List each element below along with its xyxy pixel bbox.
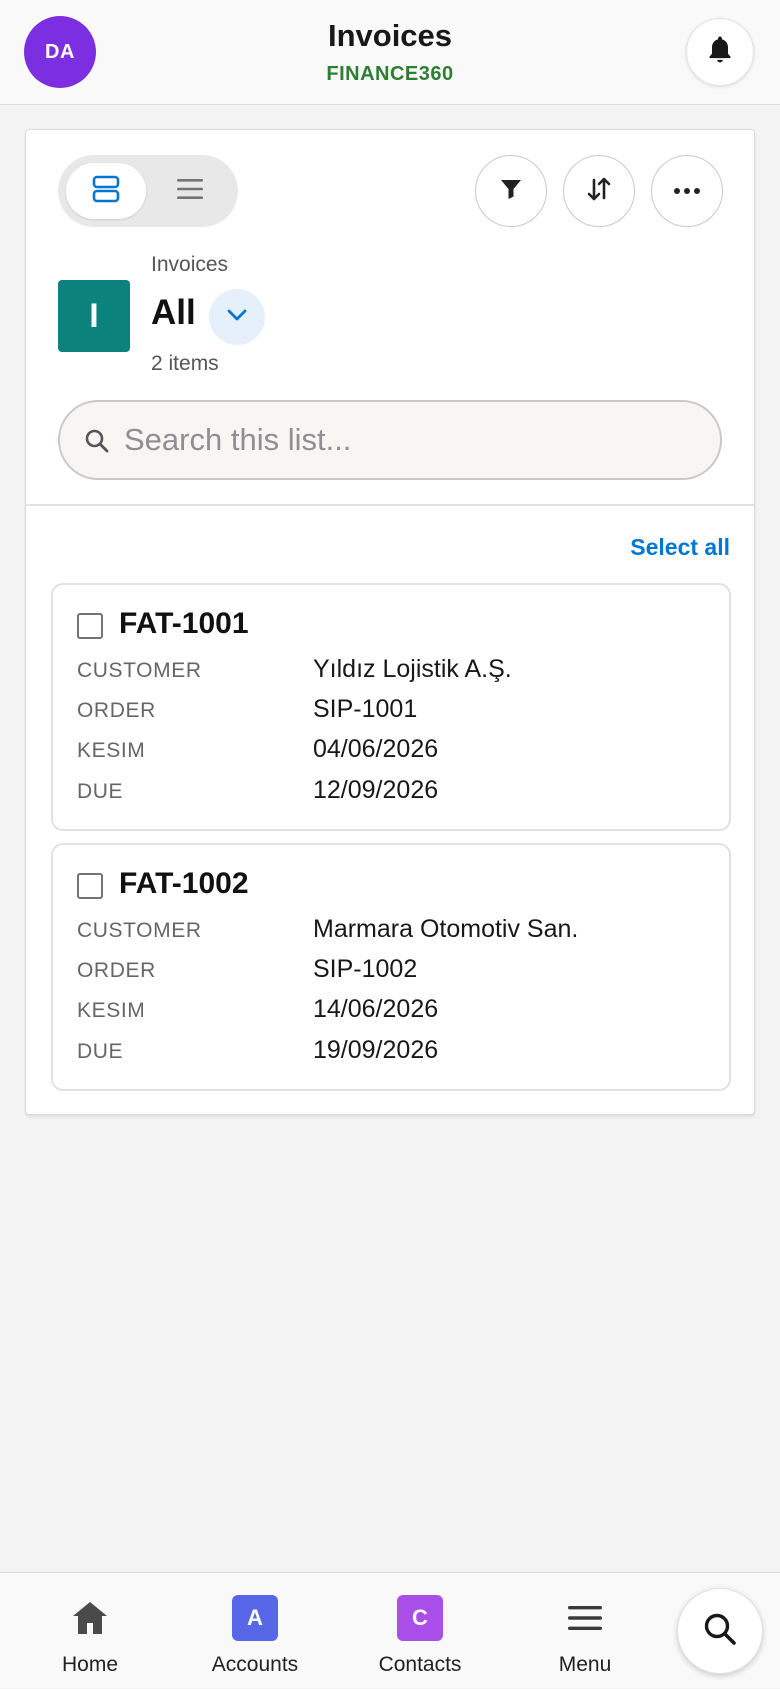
home-icon (67, 1595, 113, 1641)
nav-label: Menu (558, 1653, 612, 1676)
field-value-order: SIP-1001 (313, 695, 418, 723)
field-label-kesim: KESIM (77, 739, 146, 762)
field-label-kesim: KESIM (77, 999, 146, 1022)
section-divider (26, 504, 754, 506)
field-value-customer: Marmara Otomotiv San. (313, 915, 579, 943)
sort-icon (585, 175, 613, 208)
view-mode-toggle (58, 155, 238, 227)
field-value-due: 19/09/2026 (313, 1036, 439, 1064)
nav-item-home[interactable]: Home (30, 1573, 150, 1689)
list-view-card: I Invoices All 2 items Select all FAT-10… (25, 129, 755, 1115)
object-label: Invoices (151, 253, 229, 276)
search-input[interactable] (124, 412, 704, 468)
field-value-customer: Yıldız Lojistik A.Ş. (313, 655, 512, 683)
nav-item-menu[interactable]: Menu (525, 1573, 645, 1689)
nav-item-contacts[interactable]: C Contacts (360, 1573, 480, 1689)
app-name: FINANCE360 (326, 63, 454, 85)
bottom-nav-bar: Home A Accounts C Contacts Menu (0, 1572, 780, 1688)
list-view-dropdown-button[interactable] (209, 289, 265, 345)
filter-icon (499, 177, 523, 206)
field-label-customer: CUSTOMER (77, 659, 202, 682)
chevron-down-icon (226, 308, 248, 327)
field-value-order: SIP-1002 (313, 955, 418, 983)
notifications-button[interactable] (686, 18, 754, 86)
list-search-box (58, 400, 722, 480)
field-label-order: ORDER (77, 959, 156, 982)
hamburger-menu-icon (562, 1595, 608, 1641)
item-count: 2 items (151, 352, 219, 375)
nav-item-accounts[interactable]: A Accounts (195, 1573, 315, 1689)
nav-label: Home (61, 1653, 119, 1676)
list-view-button[interactable] (150, 163, 230, 219)
select-all-link[interactable]: Select all (630, 534, 730, 561)
list-view-name: All (151, 293, 196, 332)
more-actions-button[interactable] (651, 155, 723, 227)
invoice-object-icon: I (58, 280, 130, 352)
global-search-button[interactable] (677, 1588, 763, 1674)
nav-label: Accounts (211, 1653, 299, 1676)
sort-button[interactable] (563, 155, 635, 227)
field-label-due: DUE (77, 1040, 124, 1063)
record-card[interactable]: FAT-1002 CUSTOMER Marmara Otomotiv San. … (51, 843, 731, 1091)
app-header: DA Invoices FINANCE360 (0, 0, 780, 105)
list-view-icon (176, 176, 204, 207)
search-icon (702, 1611, 738, 1652)
page-title: Invoices (327, 18, 453, 53)
filter-button[interactable] (475, 155, 547, 227)
contacts-icon: C (397, 1595, 443, 1641)
field-label-order: ORDER (77, 699, 156, 722)
field-value-kesim: 04/06/2026 (313, 735, 439, 763)
field-value-kesim: 14/06/2026 (313, 995, 439, 1023)
record-title[interactable]: FAT-1002 (119, 867, 249, 901)
record-checkbox[interactable] (77, 613, 103, 639)
accounts-icon: A (232, 1595, 278, 1641)
bell-icon (705, 34, 735, 71)
field-label-due: DUE (77, 780, 124, 803)
search-icon (84, 428, 110, 454)
record-title[interactable]: FAT-1001 (119, 607, 249, 641)
field-value-due: 12/09/2026 (313, 776, 439, 804)
card-view-button[interactable] (66, 163, 146, 219)
card-view-icon (91, 174, 121, 209)
record-card[interactable]: FAT-1001 CUSTOMER Yıldız Lojistik A.Ş. O… (51, 583, 731, 831)
nav-label: Contacts (378, 1653, 462, 1676)
field-label-customer: CUSTOMER (77, 919, 202, 942)
more-icon (673, 182, 701, 200)
record-checkbox[interactable] (77, 873, 103, 899)
